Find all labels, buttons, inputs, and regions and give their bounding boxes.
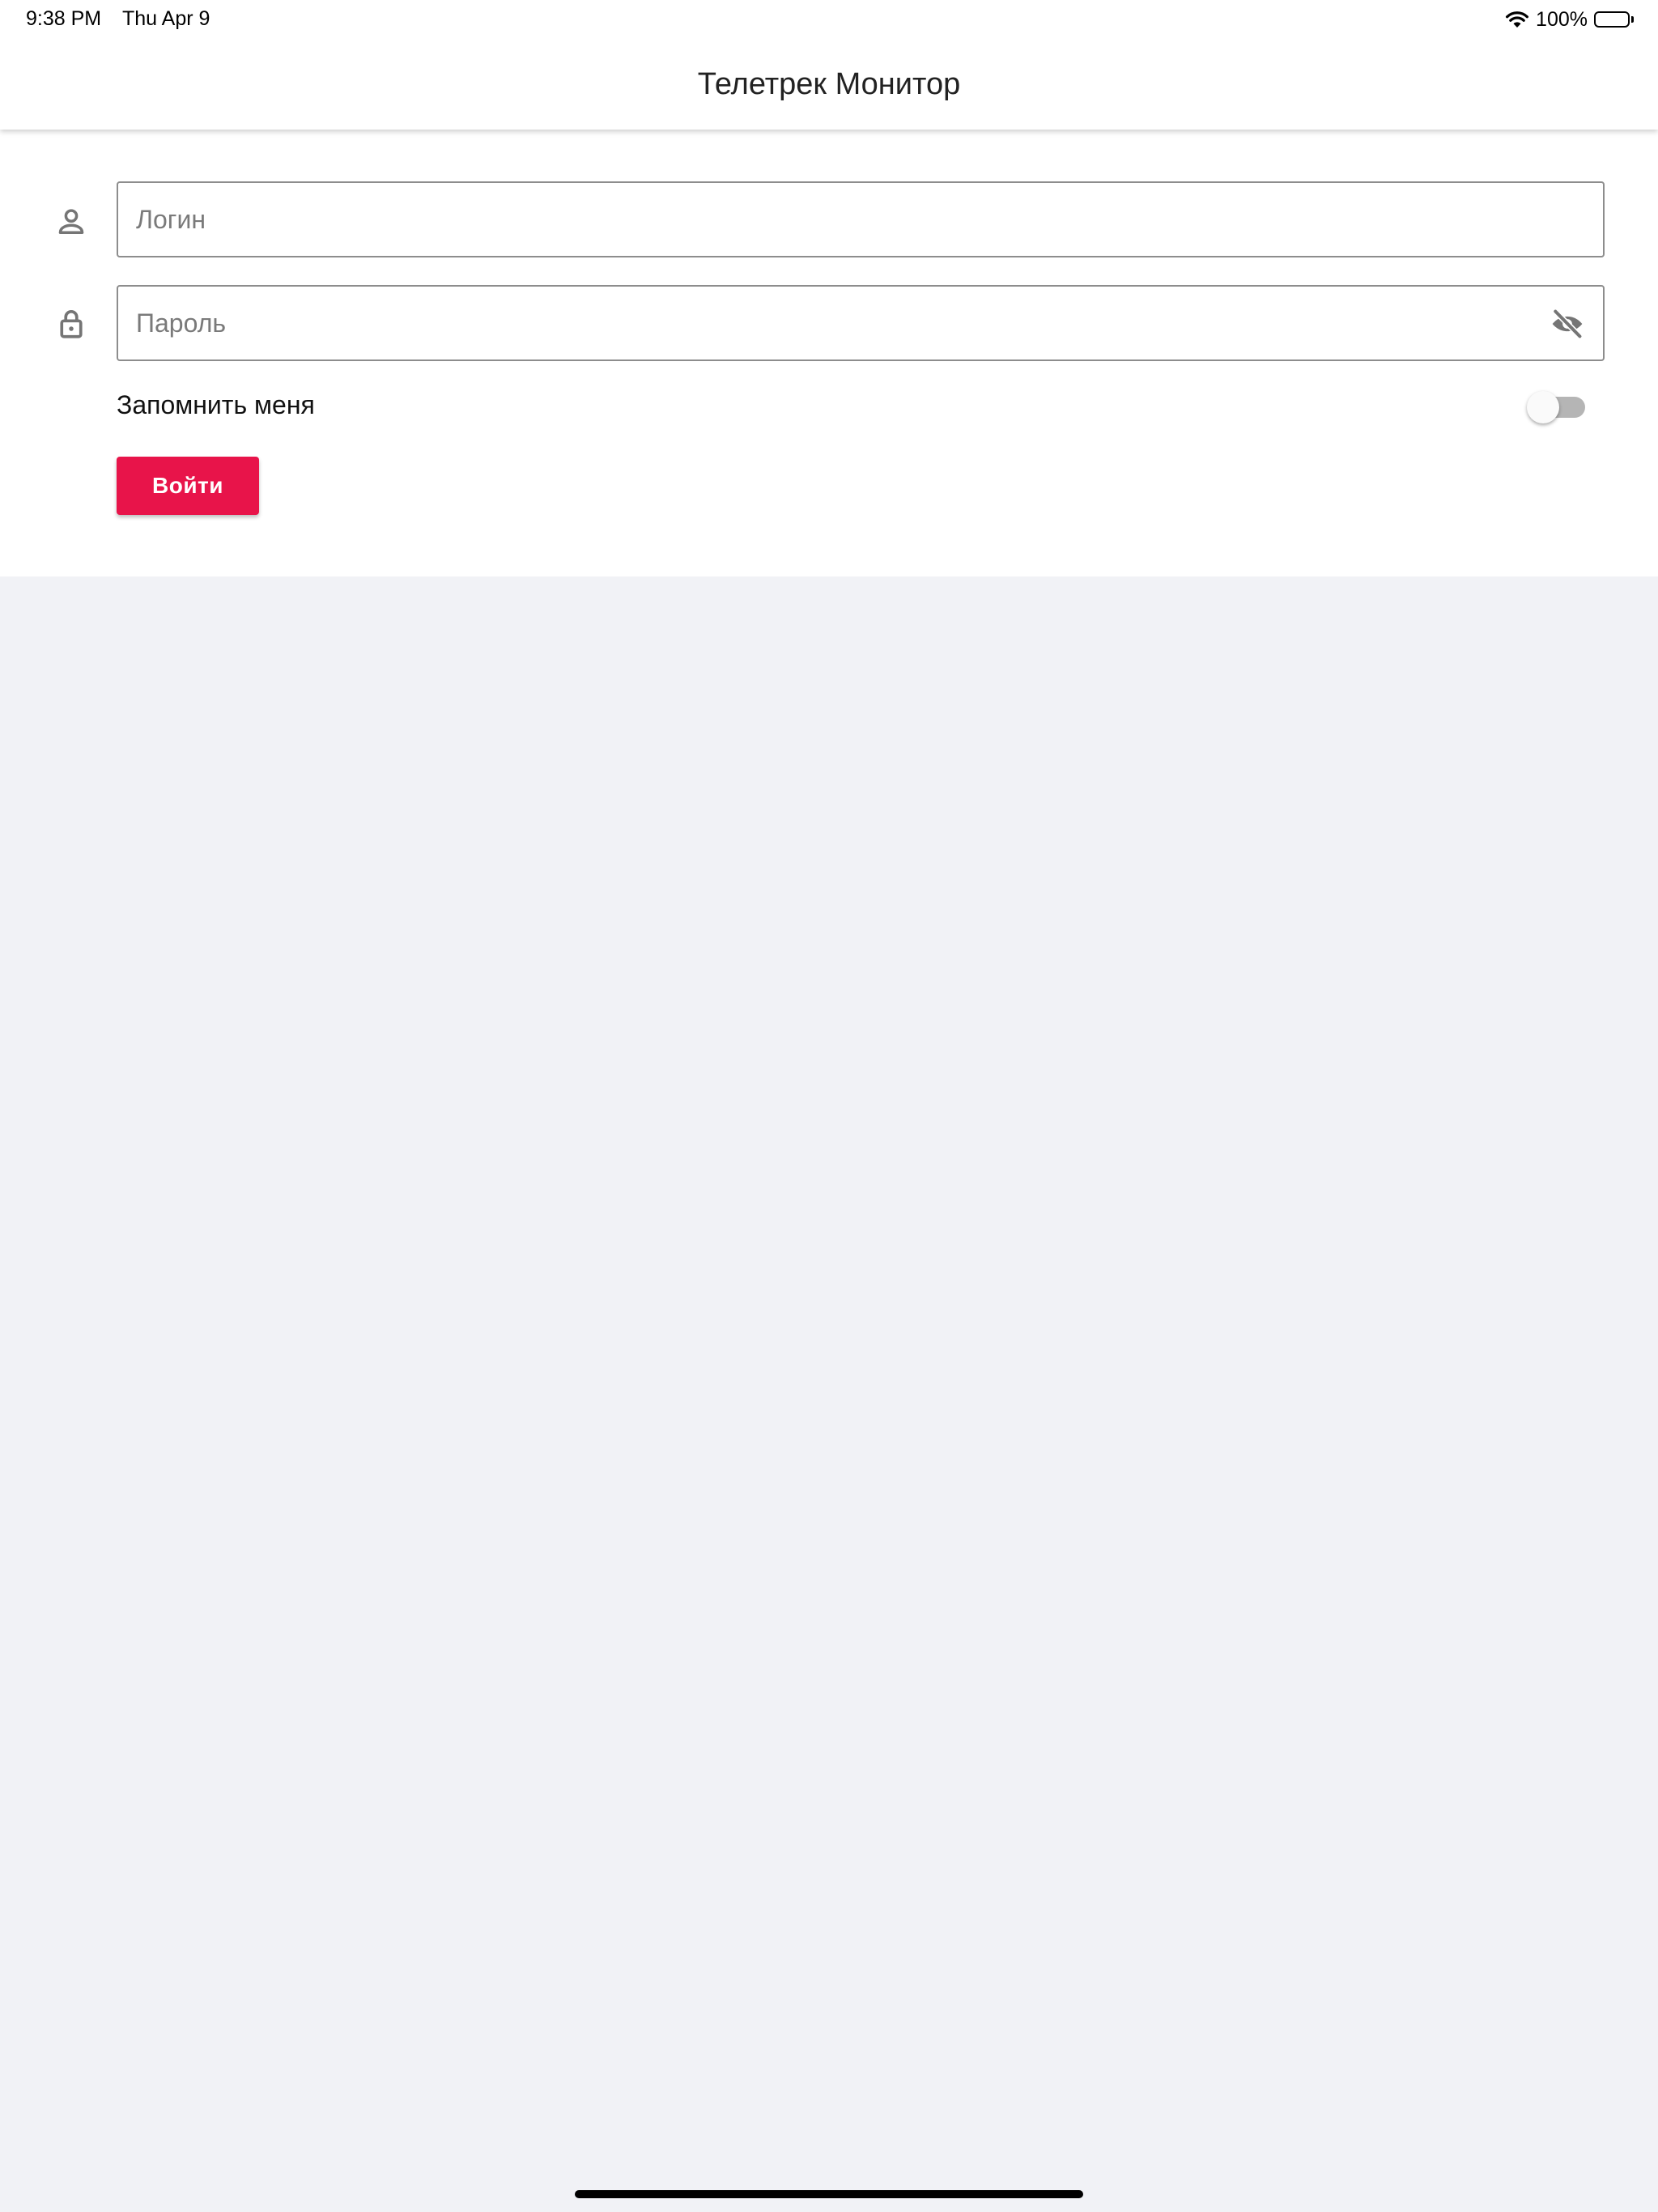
battery-icon bbox=[1594, 11, 1634, 28]
toggle-thumb bbox=[1527, 391, 1559, 423]
login-input[interactable] bbox=[136, 183, 1512, 256]
password-input[interactable] bbox=[136, 287, 1512, 359]
lock-icon bbox=[53, 306, 89, 342]
remember-me-toggle[interactable] bbox=[1527, 391, 1588, 423]
battery-percent: 100% bbox=[1536, 7, 1588, 31]
status-bar: 9:38 PM Thu Apr 9 100% bbox=[0, 0, 1658, 39]
wifi-icon bbox=[1505, 10, 1529, 29]
login-form: Запомнить меня Войти bbox=[0, 130, 1658, 576]
eye-off-icon[interactable] bbox=[1550, 306, 1585, 342]
top-bar: 9:38 PM Thu Apr 9 100% Телетрек Монитор bbox=[0, 0, 1658, 130]
person-icon bbox=[53, 204, 89, 240]
login-field[interactable] bbox=[117, 181, 1605, 257]
status-date: Thu Apr 9 bbox=[122, 7, 210, 30]
page-title: Телетрек Монитор bbox=[697, 67, 961, 101]
remember-me-label: Запомнить меня bbox=[117, 390, 315, 419]
password-field[interactable] bbox=[117, 285, 1605, 361]
home-indicator[interactable] bbox=[575, 2190, 1083, 2198]
status-indicators: 100% bbox=[1505, 6, 1634, 32]
login-button[interactable]: Войти bbox=[117, 457, 259, 515]
status-time: 9:38 PM bbox=[26, 7, 102, 30]
